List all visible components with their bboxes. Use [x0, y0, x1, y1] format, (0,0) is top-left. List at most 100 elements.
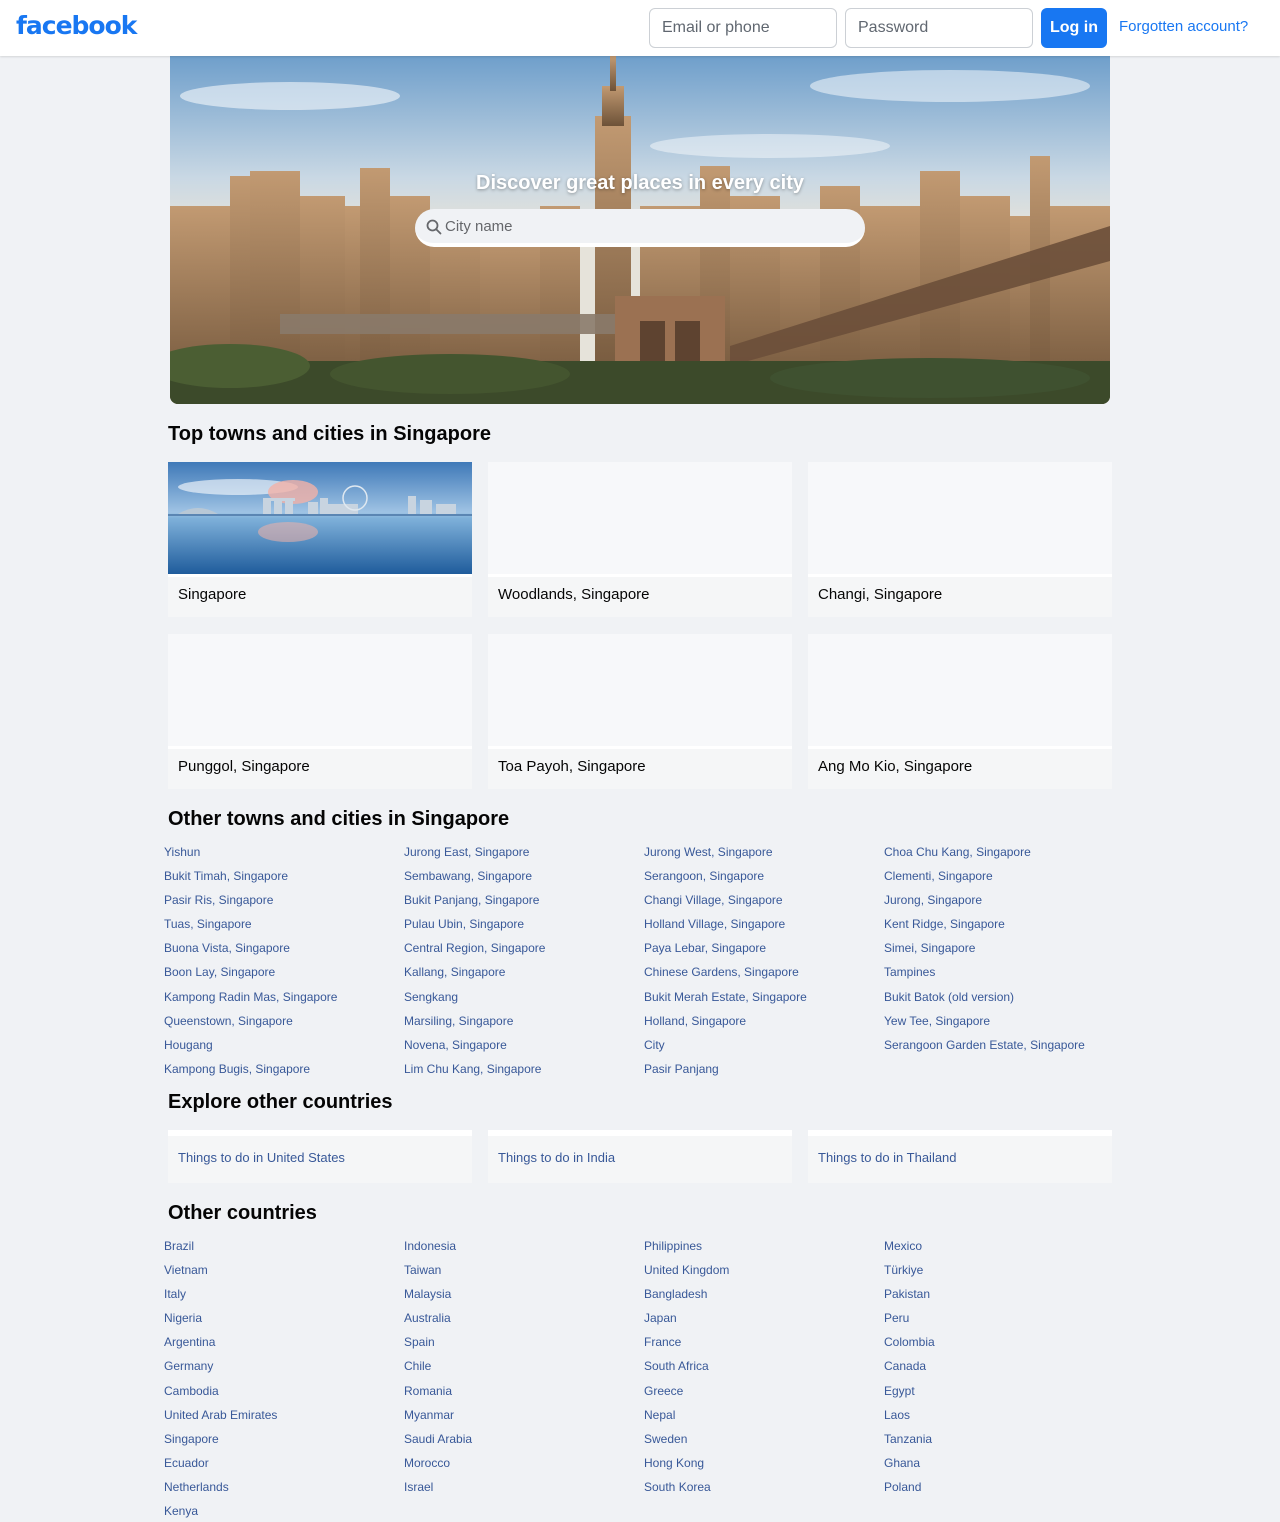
list-item-link[interactable]: Bangladesh	[644, 1285, 884, 1309]
list-item-link[interactable]: Simei, Singapore	[884, 939, 1124, 963]
list-item-link[interactable]: Buona Vista, Singapore	[164, 939, 404, 963]
list-item-link[interactable]: Ecuador	[164, 1454, 404, 1478]
list-item-link[interactable]: Pasir Panjang	[644, 1060, 884, 1084]
list-item-link[interactable]: Cambodia	[164, 1382, 404, 1406]
email-field[interactable]	[649, 8, 837, 48]
list-item-link[interactable]: United Arab Emirates	[164, 1406, 404, 1430]
list-item-link[interactable]: Indonesia	[404, 1237, 644, 1261]
list-item-link[interactable]: Chinese Gardens, Singapore	[644, 963, 884, 987]
list-item-link[interactable]: South Africa	[644, 1357, 884, 1381]
list-item-link[interactable]: Taiwan	[404, 1261, 644, 1285]
list-item-link[interactable]: Singapore	[164, 1430, 404, 1454]
list-item-link[interactable]: Hougang	[164, 1036, 404, 1060]
list-item-link[interactable]: Sembawang, Singapore	[404, 867, 644, 891]
list-item-link[interactable]: Tampines	[884, 963, 1124, 987]
list-item-link[interactable]: Bukit Batok (old version)	[884, 988, 1124, 1012]
list-item-link[interactable]: Holland Village, Singapore	[644, 915, 884, 939]
list-item-link[interactable]: Nepal	[644, 1406, 884, 1430]
list-item-link[interactable]: Hong Kong	[644, 1454, 884, 1478]
city-card-toa-payoh[interactable]: Toa Payoh, Singapore	[488, 634, 792, 789]
list-item-link[interactable]: Australia	[404, 1309, 644, 1333]
forgotten-account-link[interactable]: Forgotten account?	[1119, 18, 1248, 35]
city-card-woodlands[interactable]: Woodlands, Singapore	[488, 462, 792, 617]
list-item-link[interactable]: Novena, Singapore	[404, 1036, 644, 1060]
list-item-link[interactable]: Poland	[884, 1478, 1124, 1502]
list-item-link[interactable]: Kenya	[164, 1502, 404, 1522]
list-item-link[interactable]: Kampong Radin Mas, Singapore	[164, 988, 404, 1012]
list-item-link[interactable]: Holland, Singapore	[644, 1012, 884, 1036]
city-search-input[interactable]	[445, 209, 855, 243]
list-item-link[interactable]: Bukit Timah, Singapore	[164, 867, 404, 891]
list-item-link[interactable]: Brazil	[164, 1237, 404, 1261]
list-item-link[interactable]: Jurong West, Singapore	[644, 843, 884, 867]
list-item-link[interactable]: Philippines	[644, 1237, 884, 1261]
facebook-logo[interactable]: facebook	[16, 11, 137, 40]
list-item-link[interactable]: Myanmar	[404, 1406, 644, 1430]
list-item-link[interactable]: Marsiling, Singapore	[404, 1012, 644, 1036]
city-card-changi[interactable]: Changi, Singapore	[808, 462, 1112, 617]
list-item-link[interactable]: Vietnam	[164, 1261, 404, 1285]
list-item-link[interactable]: Colombia	[884, 1333, 1124, 1357]
list-item-link[interactable]: Netherlands	[164, 1478, 404, 1502]
list-item-link[interactable]: Mexico	[884, 1237, 1124, 1261]
list-item-link[interactable]: Israel	[404, 1478, 644, 1502]
list-item-link[interactable]: Boon Lay, Singapore	[164, 963, 404, 987]
list-item-link[interactable]: Spain	[404, 1333, 644, 1357]
list-item-link[interactable]: Serangoon, Singapore	[644, 867, 884, 891]
list-item-link[interactable]: Clementi, Singapore	[884, 867, 1124, 891]
list-item-link[interactable]: Jurong East, Singapore	[404, 843, 644, 867]
list-item-link[interactable]: Kallang, Singapore	[404, 963, 644, 987]
list-item-link[interactable]: Changi Village, Singapore	[644, 891, 884, 915]
list-item-link[interactable]: Egypt	[884, 1382, 1124, 1406]
list-item-link[interactable]: Tanzania	[884, 1430, 1124, 1454]
list-item-link[interactable]: Kampong Bugis, Singapore	[164, 1060, 404, 1084]
explore-card-united-states[interactable]: Things to do in United States	[168, 1130, 472, 1183]
list-item-link[interactable]: Malaysia	[404, 1285, 644, 1309]
list-item-link[interactable]: Sweden	[644, 1430, 884, 1454]
list-item-link[interactable]: Yew Tee, Singapore	[884, 1012, 1124, 1036]
list-item-link[interactable]: Argentina	[164, 1333, 404, 1357]
list-item-link[interactable]: Germany	[164, 1357, 404, 1381]
list-item-link[interactable]: Peru	[884, 1309, 1124, 1333]
city-card-punggol[interactable]: Punggol, Singapore	[168, 634, 472, 789]
list-item-link[interactable]: South Korea	[644, 1478, 884, 1502]
list-item-link[interactable]: Chile	[404, 1357, 644, 1381]
list-item-link[interactable]: Jurong, Singapore	[884, 891, 1124, 915]
list-item-link[interactable]: France	[644, 1333, 884, 1357]
list-item-link[interactable]: United Kingdom	[644, 1261, 884, 1285]
explore-card-india[interactable]: Things to do in India	[488, 1130, 792, 1183]
list-item-link[interactable]: Yishun	[164, 843, 404, 867]
list-item-link[interactable]: Sengkang	[404, 988, 644, 1012]
list-item-link[interactable]: Bukit Panjang, Singapore	[404, 891, 644, 915]
list-item-link[interactable]: Choa Chu Kang, Singapore	[884, 843, 1124, 867]
list-item-link[interactable]: Central Region, Singapore	[404, 939, 644, 963]
list-item-link[interactable]: Italy	[164, 1285, 404, 1309]
list-item-link[interactable]: Pasir Ris, Singapore	[164, 891, 404, 915]
list-item-link[interactable]: Japan	[644, 1309, 884, 1333]
list-item-link[interactable]: Saudi Arabia	[404, 1430, 644, 1454]
list-item-link[interactable]: Morocco	[404, 1454, 644, 1478]
list-item-link[interactable]: Laos	[884, 1406, 1124, 1430]
list-item-link[interactable]: City	[644, 1036, 884, 1060]
password-field[interactable]	[845, 8, 1033, 48]
city-card-singapore[interactable]: Singapore	[168, 462, 472, 617]
explore-card-thailand[interactable]: Things to do in Thailand	[808, 1130, 1112, 1183]
list-item-link[interactable]: Kent Ridge, Singapore	[884, 915, 1124, 939]
list-item-link[interactable]: Canada	[884, 1357, 1124, 1381]
list-item-link[interactable]: Queenstown, Singapore	[164, 1012, 404, 1036]
list-item-link[interactable]: Greece	[644, 1382, 884, 1406]
list-item-link[interactable]: Pulau Ubin, Singapore	[404, 915, 644, 939]
list-item-link[interactable]: Nigeria	[164, 1309, 404, 1333]
login-button[interactable]: Log in	[1041, 8, 1107, 48]
list-item-link[interactable]: Romania	[404, 1382, 644, 1406]
list-item-link[interactable]: Serangoon Garden Estate, Singapore	[884, 1036, 1124, 1060]
city-search-box[interactable]	[415, 209, 865, 247]
list-item-link[interactable]: Paya Lebar, Singapore	[644, 939, 884, 963]
list-item-link[interactable]: Türkiye	[884, 1261, 1124, 1285]
list-item-link[interactable]: Tuas, Singapore	[164, 915, 404, 939]
list-item-link[interactable]: Lim Chu Kang, Singapore	[404, 1060, 644, 1084]
city-card-ang-mo-kio[interactable]: Ang Mo Kio, Singapore	[808, 634, 1112, 789]
list-item-link[interactable]: Bukit Merah Estate, Singapore	[644, 988, 884, 1012]
list-item-link[interactable]: Ghana	[884, 1454, 1124, 1478]
list-item-link[interactable]: Pakistan	[884, 1285, 1124, 1309]
